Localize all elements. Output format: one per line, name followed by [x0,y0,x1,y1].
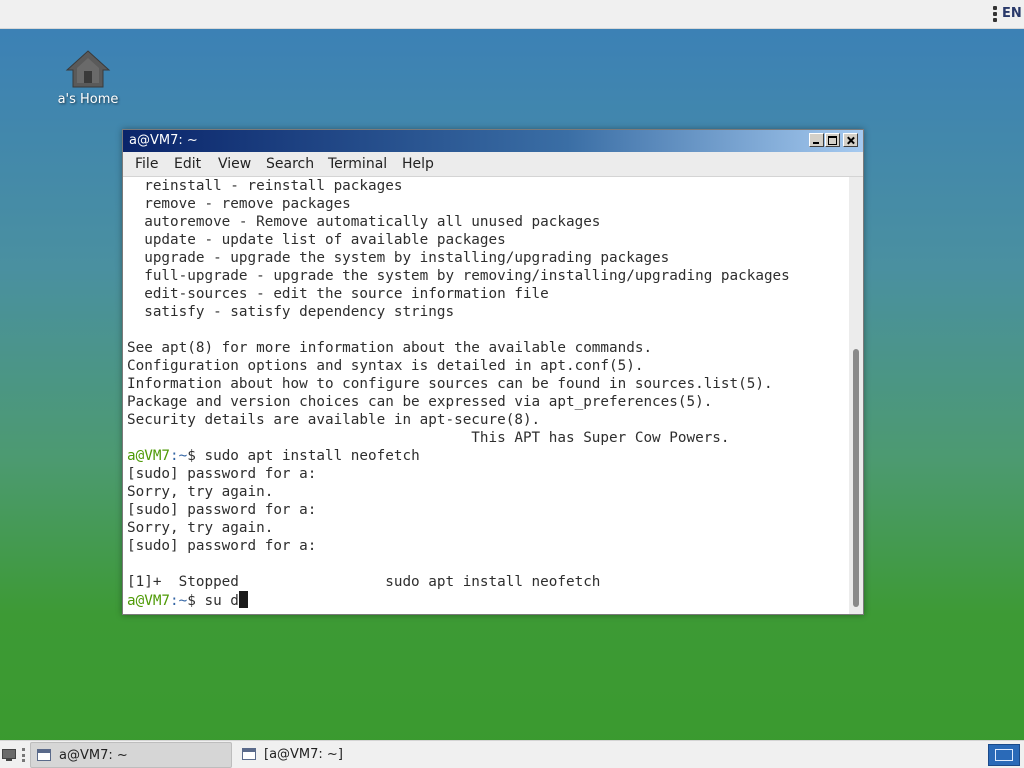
terminal-line: Sorry, try again. [127,520,274,536]
window-title: a@VM7: ~ [129,133,198,148]
taskbar-item-label: a@VM7: ~ [59,748,128,763]
current-prompt-line[interactable]: a@VM7:~$ su d [127,591,847,609]
keyboard-layout-indicator[interactable]: EN [1002,6,1022,21]
taskbar-separator [22,748,26,762]
home-icon [65,50,111,88]
prompt-symbol: $ [187,593,205,609]
terminal-line: full-upgrade - upgrade the system by rem… [127,268,790,284]
prompt-user: a@VM7 [127,448,171,464]
menubar: File Edit View Search Terminal Help [123,152,863,177]
close-icon[interactable] [843,133,858,147]
window-titlebar[interactable]: a@VM7: ~ [123,130,863,152]
show-desktop-icon[interactable] [2,749,16,761]
terminal-line: satisfy - satisfy dependency strings [127,304,455,320]
terminal-line: [sudo] password for a: [127,538,317,554]
top-panel: EN [0,0,1024,29]
window-icon [242,748,256,760]
terminal-window: a@VM7: ~ File Edit View Search Terminal … [122,129,864,615]
terminal-line: Sorry, try again. [127,484,274,500]
terminal-line: remove - remove packages [127,196,351,212]
prompt-symbol: $ [187,448,205,464]
terminal-line: Information about how to configure sourc… [127,376,773,392]
terminal-line: reinstall - reinstall packages [127,178,403,194]
vertical-scrollbar[interactable] [849,177,863,614]
maximize-icon[interactable] [825,133,840,147]
taskbar-item-terminal-2[interactable]: [a@VM7: ~] [236,742,456,768]
desktop-home-shortcut[interactable]: a's Home [50,48,126,120]
prompt-path: :~ [170,448,188,464]
prompt-user: a@VM7 [127,593,171,609]
minimize-icon[interactable] [809,133,824,147]
terminal-line: update - update list of available packag… [127,232,506,248]
scrollbar-thumb[interactable] [853,349,859,607]
prompt-command: sudo apt install neofetch [204,448,420,464]
prompt-line: a@VM7:~$ sudo apt install neofetch [127,447,847,465]
menu-search[interactable]: Search [266,156,314,172]
menu-edit[interactable]: Edit [174,156,201,172]
terminal-line: Security details are available in apt-se… [127,412,541,428]
terminal-line: This APT has Super Cow Powers. [127,430,730,446]
terminal-line: Configuration options and syntax is deta… [127,358,644,374]
taskbar: a@VM7: ~ [a@VM7: ~] [0,740,1024,768]
home-icon-label: a's Home [57,92,119,107]
terminal-output[interactable]: reinstall - reinstall packages remove - … [123,177,849,614]
menu-help[interactable]: Help [402,156,434,172]
taskbar-item-label: [a@VM7: ~] [264,747,343,762]
menu-dots-icon[interactable] [992,6,998,22]
current-input[interactable]: su d [204,593,238,609]
terminal-line: upgrade - upgrade the system by installi… [127,250,670,266]
terminal-line: Package and version choices can be expre… [127,394,713,410]
terminal-lines: reinstall - reinstall packages remove - … [127,177,847,609]
workspace-switcher-icon[interactable] [988,744,1020,766]
text-cursor [238,591,248,608]
menu-view[interactable]: View [218,156,251,172]
terminal-line: See apt(8) for more information about th… [127,340,653,356]
prompt-path: :~ [170,593,188,609]
window-icon [37,749,51,761]
terminal-line: autoremove - Remove automatically all un… [127,214,601,230]
terminal-line: edit-sources - edit the source informati… [127,286,549,302]
terminal-line: [sudo] password for a: [127,502,317,518]
menu-terminal[interactable]: Terminal [328,156,387,172]
terminal-line: [1]+ Stopped sudo apt install neofetch [127,574,601,590]
taskbar-item-terminal[interactable]: a@VM7: ~ [30,742,232,768]
menu-file[interactable]: File [135,156,158,172]
terminal-line: [sudo] password for a: [127,466,317,482]
